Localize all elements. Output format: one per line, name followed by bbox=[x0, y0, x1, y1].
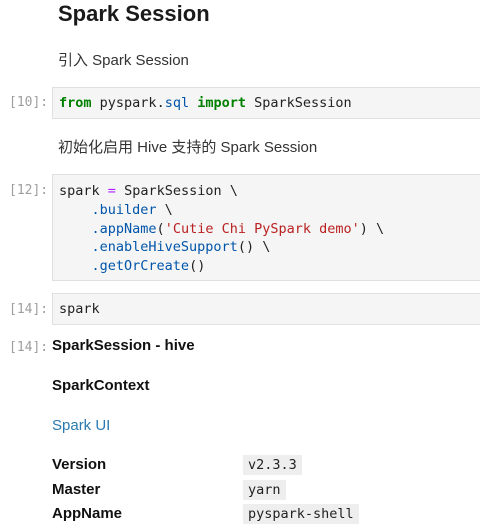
key-version: Version bbox=[52, 456, 107, 473]
cell-prompt-12: [12]: bbox=[9, 183, 49, 198]
method-appname: .appName bbox=[91, 220, 157, 237]
keyword-from: from bbox=[59, 95, 92, 111]
string-app-name: 'Cutie Chi PySpark demo' bbox=[164, 220, 360, 237]
key-appname: AppName bbox=[52, 505, 123, 522]
paren-open: ( bbox=[156, 220, 165, 237]
method-getorcreate: .getOrCreate bbox=[91, 258, 190, 275]
var-spark: spark bbox=[59, 301, 100, 317]
code-cell-12[interactable]: spark = SparkSession \ .builder \ .appNa… bbox=[52, 174, 480, 281]
code-line-5: .getOrCreate() bbox=[59, 257, 384, 276]
init-text: 初始化启用 Hive 支持的 Spark Session bbox=[58, 139, 318, 156]
value-master: yarn bbox=[243, 480, 286, 500]
keyword-import: import bbox=[197, 95, 247, 111]
code-cell-10[interactable]: from pyspark.sql import SparkSession bbox=[52, 87, 480, 119]
paren-close: ) \ bbox=[359, 220, 385, 237]
code-line: from pyspark.sql import SparkSession bbox=[59, 94, 352, 113]
code-line: spark bbox=[59, 300, 100, 319]
class-sparksession: SparkSession \ bbox=[124, 183, 238, 199]
value-appname: pyspark-shell bbox=[243, 504, 359, 524]
dot: . bbox=[156, 95, 165, 111]
cell-prompt-14: [14]: bbox=[9, 302, 49, 317]
call-tail: () \ bbox=[237, 239, 271, 256]
module-pyspark: pyspark bbox=[99, 95, 157, 111]
key-master: Master bbox=[52, 481, 101, 498]
spark-session-title: SparkSession - hive bbox=[52, 337, 195, 354]
code-line-2: .builder \ bbox=[59, 201, 384, 220]
spark-ui-link[interactable]: Spark UI bbox=[52, 417, 110, 434]
spark-context-title: SparkContext bbox=[52, 377, 150, 394]
section-heading: Spark Session bbox=[58, 1, 210, 26]
assign-operator: = bbox=[107, 183, 116, 199]
intro-text: 引入 Spark Session bbox=[58, 52, 189, 69]
var-spark: spark bbox=[59, 183, 100, 199]
cell-prompt-10: [10]: bbox=[9, 95, 49, 110]
code-line-4: .enableHiveSupport() \ bbox=[59, 238, 384, 257]
code-line-3: .appName('Cutie Chi PySpark demo') \ bbox=[59, 220, 385, 239]
line-continuation: \ bbox=[156, 201, 173, 218]
value-version: v2.3.3 bbox=[243, 455, 302, 475]
code-line-1: spark = SparkSession \ bbox=[59, 182, 384, 201]
output-prompt-14: [14]: bbox=[9, 340, 49, 355]
code-cell-14[interactable]: spark bbox=[52, 293, 480, 325]
method-enablehivesupport: .enableHiveSupport bbox=[91, 239, 238, 256]
call-tail: () bbox=[189, 258, 206, 275]
module-sql: sql bbox=[164, 95, 190, 111]
method-builder: .builder bbox=[91, 201, 157, 218]
import-name: SparkSession bbox=[254, 95, 352, 111]
